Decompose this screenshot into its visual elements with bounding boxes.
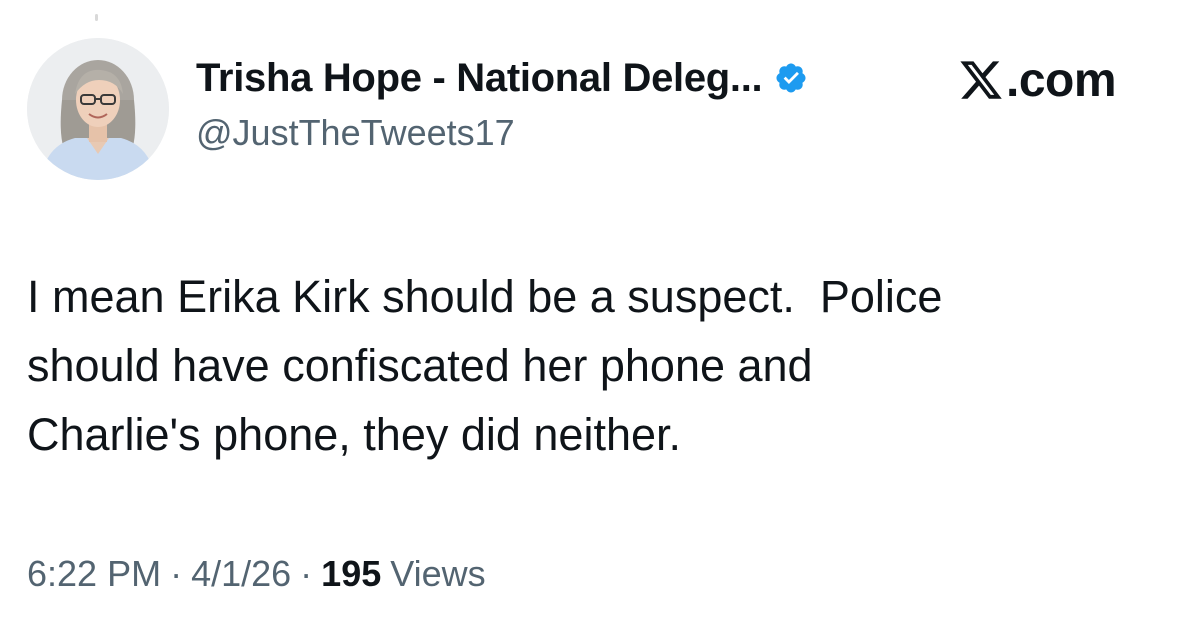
top-marker	[95, 14, 98, 21]
x-logo-icon	[960, 61, 1002, 99]
source-domain: .com	[1006, 53, 1117, 107]
views-label: Views	[390, 553, 486, 594]
verified-badge-icon	[776, 63, 806, 93]
tweet-text-line: should have confiscated her phone and	[27, 340, 813, 391]
source-label: .com	[958, 52, 1117, 108]
author-handle[interactable]: @JustTheTweets17	[196, 112, 515, 154]
author-display-name[interactable]: Trisha Hope - National Deleg...	[196, 56, 763, 101]
profile-photo-icon	[27, 38, 169, 180]
tweet-text: I mean Erika Kirk should be a suspect. P…	[27, 262, 1167, 469]
tweet-time[interactable]: 6:22 PM	[27, 553, 161, 595]
tweet-date[interactable]: 4/1/26	[191, 553, 291, 595]
meta-separator: ·	[300, 553, 313, 594]
tweet-text-line: I mean Erika Kirk should be a suspect. P…	[27, 271, 943, 322]
author-name-row: Trisha Hope - National Deleg...	[196, 54, 808, 102]
avatar[interactable]	[27, 38, 169, 180]
views-count: 195	[321, 553, 382, 594]
meta-separator: ·	[170, 553, 183, 594]
tweet-meta: 6:22 PM · 4/1/26 · 195 Views	[27, 553, 486, 595]
tweet-text-line: Charlie's phone, they did neither.	[27, 409, 682, 460]
